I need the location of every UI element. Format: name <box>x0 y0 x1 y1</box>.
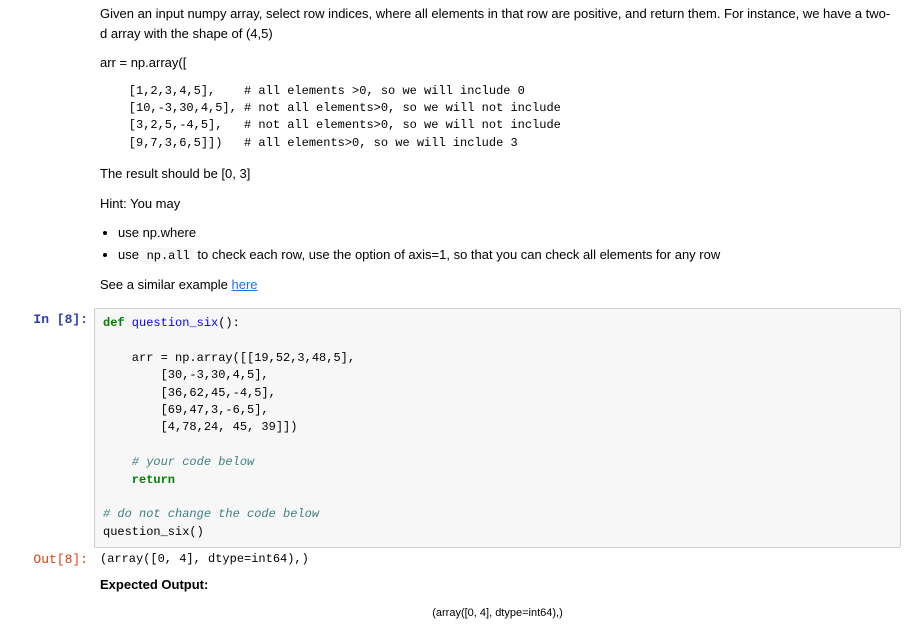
markdown-content: Given an input numpy array, select row i… <box>94 0 901 308</box>
code-arr-line-3: [36,62,45,-4,5], <box>103 386 276 400</box>
input-prompt: In [8]: <box>8 308 94 548</box>
intro-paragraph: Given an input numpy array, select row i… <box>100 4 895 43</box>
expected-value: (array([0, 4], dtype=int64),) <box>100 605 895 622</box>
code-output-cell: Out[8]: (array([0, 4], dtype=int64),) <box>8 548 901 571</box>
result-paragraph: The result should be [0, 3] <box>100 164 895 184</box>
output-text: (array([0, 4], dtype=int64),) <box>94 548 901 571</box>
code-arr-line-2: [30,-3,30,4,5], <box>103 368 269 382</box>
code-call-line: question_six() <box>103 525 204 539</box>
expected-content: Expected Output: (array([0, 4], dtype=in… <box>94 571 901 625</box>
code-comment-do-not-change: # do not change the code below <box>103 507 319 521</box>
code-editor[interactable]: def question_six(): arr = np.array([[19,… <box>94 308 901 548</box>
code-input-cell: In [8]: def question_six(): arr = np.arr… <box>8 308 901 548</box>
code-arr-line-1: arr = np.array([[19,52,3,48,5], <box>103 351 355 365</box>
hint-item-1: use np.where <box>118 223 895 243</box>
arr-decl-paragraph: arr = np.array([ <box>100 53 895 73</box>
example-line-2: [10,-3,30,4,5], # not all elements>0, so… <box>100 101 561 115</box>
example-line-1: [1,2,3,4,5], # all elements >0, so we wi… <box>100 84 525 98</box>
example-line-4: [9,7,3,6,5]]) # all elements>0, so we wi… <box>100 136 518 150</box>
hint-item-2: use np.all to check each row, use the op… <box>118 245 895 265</box>
code-func-paren: (): <box>218 316 240 330</box>
code-comment-your-code: # your code below <box>103 455 254 469</box>
hint-intro-paragraph: Hint: You may <box>100 194 895 214</box>
code-arr-line-5: [4,78,24, 45, 39]]) <box>103 420 297 434</box>
markdown-cell-description: Given an input numpy array, select row i… <box>8 0 901 308</box>
see-similar-link[interactable]: here <box>232 277 258 292</box>
hint-list: use np.where use np.all to check each ro… <box>118 223 895 265</box>
output-prompt: Out[8]: <box>8 548 94 571</box>
code-func-name: question_six <box>125 316 219 330</box>
code-def-keyword: def <box>103 316 125 330</box>
inline-code-npall: np.all <box>143 248 194 264</box>
code-arr-line-4: [69,47,3,-6,5], <box>103 403 269 417</box>
expected-output-cell: Expected Output: (array([0, 4], dtype=in… <box>8 571 901 625</box>
markdown-prompt-spacer <box>8 0 94 308</box>
expected-heading: Expected Output: <box>100 575 895 595</box>
code-return: return <box>103 473 175 487</box>
expected-prompt-spacer <box>8 571 94 625</box>
see-similar-paragraph: See a similar example here <box>100 275 895 295</box>
example-line-3: [3,2,5,-4,5], # not all elements>0, so w… <box>100 118 561 132</box>
example-code-block: [1,2,3,4,5], # all elements >0, so we wi… <box>100 83 895 153</box>
